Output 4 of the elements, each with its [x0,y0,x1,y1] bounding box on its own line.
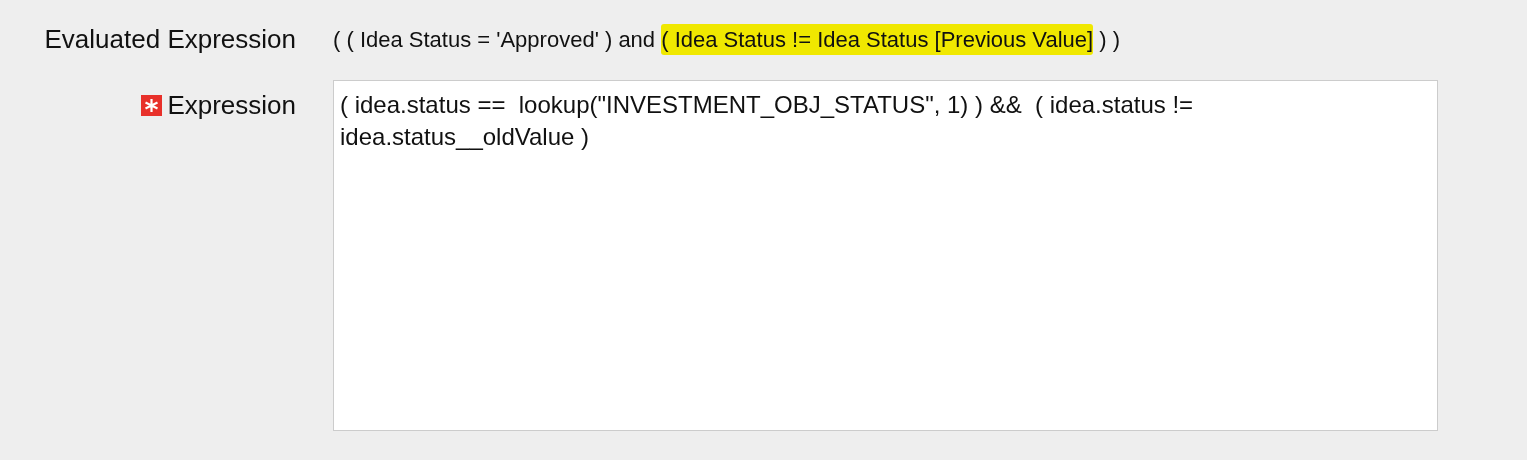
evaluated-expression-text: ( ( Idea Status = 'Approved' ) and ( Idea Status != Idea Status [Previous Value] ) ) [333,22,1120,56]
expression-field[interactable]: ( idea.status == lookup("INVESTMENT_OBJ_STATUS", 1) ) && ( idea.status != idea.status__oldValue ) [333,80,1438,431]
field-label: Evaluated Expression [44,22,296,56]
field-label: Expression [167,89,296,122]
